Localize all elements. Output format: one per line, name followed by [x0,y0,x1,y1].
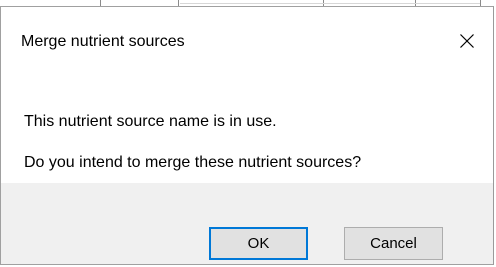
dialog-footer: OK Cancel [1,183,493,264]
close-icon [460,34,474,48]
close-button[interactable] [443,17,491,65]
message-line-1: This nutrient source name is in use. [24,113,277,130]
message-line-2: Do you intend to merge these nutrient so… [24,154,362,171]
background-line [180,3,480,4]
dialog-content: This nutrient source name is in use. Do … [1,75,493,183]
merge-dialog: Merge nutrient sources This nutrient sou… [0,6,494,265]
ok-button[interactable]: OK [209,227,308,260]
dialog-title: Merge nutrient sources [21,33,185,50]
cancel-button[interactable]: Cancel [344,227,443,260]
dialog-titlebar: Merge nutrient sources [1,7,493,75]
